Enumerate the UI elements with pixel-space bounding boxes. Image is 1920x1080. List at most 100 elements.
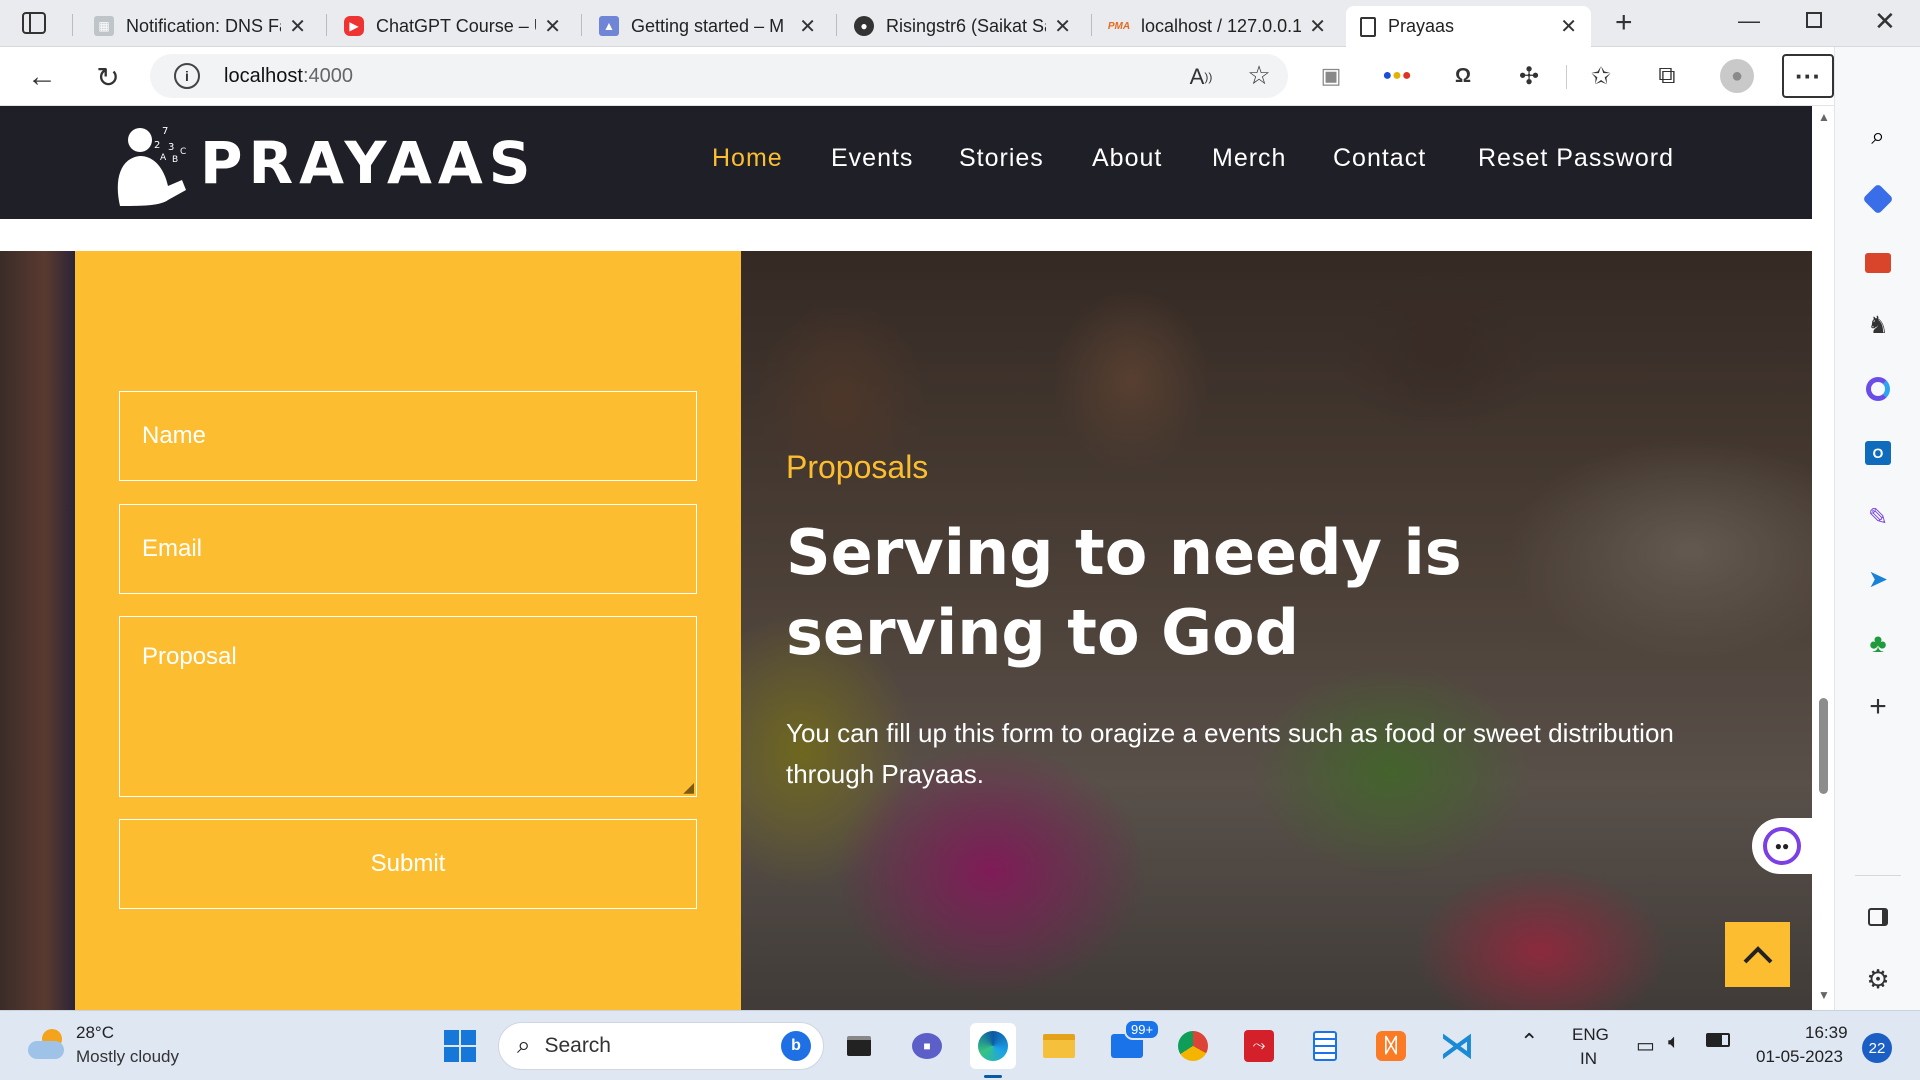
language-code[interactable]: ENG bbox=[1572, 1025, 1609, 1045]
tab-actions-icon[interactable] bbox=[22, 12, 46, 34]
profile-avatar[interactable]: ● bbox=[1720, 59, 1754, 93]
nav-events[interactable]: Events bbox=[831, 144, 913, 173]
site-navbar: 7 2 3 A B C PRAYAAS Home Events Stories … bbox=[0, 106, 1812, 219]
collections-icon[interactable]: ⧉ bbox=[1652, 61, 1682, 91]
tab-dns-notification[interactable]: ▦ Notification: DNS Fa ✕ bbox=[80, 6, 320, 46]
send-paper-plane-icon[interactable]: ➤ bbox=[1835, 559, 1920, 599]
extension-icon[interactable]: ● ● ● bbox=[1382, 61, 1412, 91]
site-logo[interactable]: 7 2 3 A B C PRAYAAS bbox=[110, 120, 537, 206]
windows-taskbar: 28°C Mostly cloudy ⌕ Search b ■ 99+ ⤳ ᛞ … bbox=[0, 1010, 1920, 1080]
close-tab-icon[interactable]: ✕ bbox=[1054, 14, 1071, 39]
omega-extension-icon[interactable]: Ω bbox=[1448, 61, 1478, 91]
proposal-textarea[interactable]: Proposal ◢ bbox=[119, 616, 697, 797]
bing-icon[interactable]: b bbox=[781, 1031, 811, 1061]
restore-icon[interactable] bbox=[1806, 12, 1822, 28]
windows-start-icon[interactable] bbox=[437, 1023, 483, 1069]
extensions-puzzle-icon[interactable]: ✣ bbox=[1514, 61, 1544, 91]
close-tab-icon[interactable]: ✕ bbox=[289, 14, 306, 39]
nav-home[interactable]: Home bbox=[712, 144, 783, 173]
network-icon[interactable]: ▭ bbox=[1636, 1033, 1655, 1058]
page-scrollbar[interactable]: ▲ ▼ bbox=[1812, 106, 1834, 1010]
nav-reset-password[interactable]: Reset Password bbox=[1478, 144, 1674, 173]
submit-button[interactable]: Submit bbox=[119, 819, 697, 909]
tab-prayaas[interactable]: Prayaas ✕ bbox=[1346, 6, 1591, 47]
close-tab-icon[interactable]: ✕ bbox=[799, 14, 816, 39]
nav-about[interactable]: About bbox=[1092, 144, 1162, 173]
nav-contact[interactable]: Contact bbox=[1333, 144, 1426, 173]
language-region[interactable]: IN bbox=[1580, 1049, 1597, 1069]
mail-icon[interactable]: 99+ bbox=[1104, 1019, 1161, 1069]
brand-name: PRAYAAS bbox=[200, 129, 537, 197]
games-chess-icon[interactable]: ♞ bbox=[1835, 305, 1920, 345]
tab-phpmyadmin[interactable]: PMA localhost / 127.0.0.1 ✕ bbox=[1095, 6, 1340, 46]
scroll-up-arrow-icon[interactable]: ▲ bbox=[1818, 110, 1830, 124]
resize-handle-icon[interactable]: ◢ bbox=[683, 779, 694, 796]
tab-github[interactable]: ● Risingstr6 (Saikat Sa ✕ bbox=[840, 6, 1085, 46]
add-sidebar-app-icon[interactable]: + bbox=[1835, 687, 1920, 727]
url-text[interactable]: localhost:4000 bbox=[224, 65, 353, 88]
sidebar-search-icon[interactable]: ⌕ bbox=[1835, 117, 1920, 157]
volume-icon[interactable]: 🔈︎ bbox=[1668, 1031, 1680, 1054]
back-to-top-button[interactable] bbox=[1725, 922, 1790, 987]
back-icon[interactable]: ← bbox=[24, 59, 60, 95]
nav-merch[interactable]: Merch bbox=[1212, 144, 1286, 173]
xampp-icon[interactable]: ᛞ bbox=[1368, 1023, 1414, 1069]
acrobat-pdf-icon[interactable]: ⤳ bbox=[1236, 1023, 1282, 1069]
site-info-icon[interactable]: i bbox=[174, 63, 200, 89]
chrome-icon[interactable] bbox=[1170, 1023, 1216, 1069]
name-input[interactable]: Name bbox=[119, 391, 697, 481]
weather-description[interactable]: Mostly cloudy bbox=[76, 1047, 179, 1067]
hero-kicker: Proposals bbox=[786, 449, 929, 485]
shopping-tag-icon[interactable] bbox=[1862, 183, 1894, 215]
cloudy-weather-icon[interactable] bbox=[28, 1029, 66, 1059]
tab-getting-started[interactable]: ▲ Getting started – M ✕ bbox=[585, 6, 830, 46]
reading-child-logo-icon: 7 2 3 A B C bbox=[117, 126, 186, 206]
settings-more-button[interactable]: ··· bbox=[1782, 54, 1834, 98]
sidebar-settings-gear-icon[interactable]: ⚙ bbox=[1835, 959, 1920, 999]
designer-pen-icon[interactable]: ✎ bbox=[1835, 497, 1920, 537]
new-tab-icon[interactable]: + bbox=[1615, 6, 1633, 40]
tab-chatgpt-course[interactable]: ▶ ChatGPT Course – U ✕ bbox=[330, 6, 575, 46]
close-tab-icon[interactable]: ✕ bbox=[544, 14, 561, 39]
edge-browser-icon[interactable] bbox=[970, 1023, 1016, 1069]
minimize-icon[interactable]: — bbox=[1738, 8, 1760, 34]
nav-stories[interactable]: Stories bbox=[959, 144, 1044, 173]
hide-sidebar-icon[interactable] bbox=[1868, 908, 1888, 926]
collections-extension-icon[interactable]: ▣ bbox=[1316, 61, 1346, 91]
notification-tab-icon: ▦ bbox=[94, 16, 114, 36]
read-aloud-icon[interactable]: A)) bbox=[1186, 62, 1216, 92]
svg-text:C: C bbox=[180, 147, 186, 157]
taskbar-search-box[interactable]: ⌕ Search b bbox=[498, 1022, 824, 1070]
add-favorite-icon[interactable]: ☆ bbox=[1244, 60, 1274, 90]
proposal-form: Name Email Proposal ◢ Submit bbox=[75, 251, 741, 1010]
battery-icon[interactable] bbox=[1706, 1033, 1730, 1047]
file-explorer-icon[interactable] bbox=[1036, 1023, 1082, 1069]
email-input[interactable]: Email bbox=[119, 504, 697, 594]
chat-widget-button[interactable]: ●● bbox=[1752, 818, 1812, 874]
tree-icon[interactable]: ♣ bbox=[1835, 623, 1920, 663]
close-tab-icon[interactable]: ✕ bbox=[1560, 14, 1577, 39]
favorites-icon[interactable]: ✩ bbox=[1586, 61, 1616, 91]
hero-section: Proposals Serving to needy is serving to… bbox=[741, 251, 1812, 1010]
close-tab-icon[interactable]: ✕ bbox=[1309, 14, 1326, 39]
weather-temperature[interactable]: 28°C bbox=[76, 1023, 114, 1043]
scroll-down-arrow-icon[interactable]: ▼ bbox=[1818, 988, 1830, 1002]
clock-date[interactable]: 01-05-2023 bbox=[1756, 1047, 1843, 1067]
active-app-indicator bbox=[984, 1075, 1002, 1078]
microsoft365-icon[interactable] bbox=[1866, 377, 1890, 401]
notification-count-badge[interactable]: 22 bbox=[1862, 1033, 1892, 1063]
notepad-icon[interactable] bbox=[1302, 1023, 1348, 1069]
tools-briefcase-icon[interactable] bbox=[1865, 253, 1891, 273]
show-hidden-icons-chevron-icon[interactable]: ⌃ bbox=[1520, 1029, 1538, 1055]
outlook-icon[interactable]: O bbox=[1865, 441, 1891, 465]
browser-tab-strip: ▦ Notification: DNS Fa ✕ ▶ ChatGPT Cours… bbox=[0, 0, 1920, 47]
search-icon: ⌕ bbox=[517, 1032, 531, 1059]
refresh-icon[interactable]: ↻ bbox=[90, 59, 126, 95]
task-view-icon[interactable] bbox=[836, 1023, 882, 1069]
clock-time[interactable]: 16:39 bbox=[1805, 1023, 1848, 1043]
vscode-icon[interactable]: ⋊ bbox=[1434, 1023, 1480, 1069]
scrollbar-thumb[interactable] bbox=[1819, 698, 1828, 794]
window-close-icon[interactable]: ✕ bbox=[1874, 6, 1896, 37]
teams-chat-icon[interactable]: ■ bbox=[904, 1023, 950, 1069]
address-bar[interactable]: i localhost:4000 A)) ☆ bbox=[150, 54, 1288, 98]
